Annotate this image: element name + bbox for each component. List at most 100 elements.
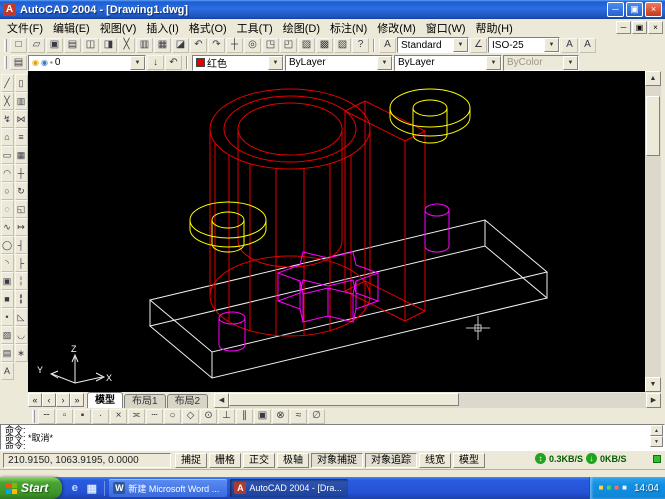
chevron-down-icon[interactable]: ▼	[268, 56, 283, 70]
stretch-icon[interactable]: ↦	[15, 218, 28, 236]
text-style-icon[interactable]: A	[379, 38, 396, 53]
mdi-close-button[interactable]: ×	[648, 21, 663, 34]
command-scrollbar[interactable]: ▲ ▼	[650, 425, 663, 449]
chevron-down-icon[interactable]: ▼	[377, 56, 392, 70]
vertical-scrollbar[interactable]: ▲ ▼	[645, 71, 661, 392]
window-restore-button[interactable]: ▣	[626, 2, 643, 17]
line-icon[interactable]: ╱	[1, 74, 14, 92]
chevron-down-icon[interactable]: ▼	[486, 56, 501, 70]
snap-extension-icon[interactable]: ┄	[146, 409, 163, 424]
tab-layout1[interactable]: 布局1	[124, 394, 166, 408]
menu-format[interactable]: 格式(O)	[184, 20, 232, 36]
move-icon[interactable]: ┼	[15, 164, 28, 182]
hatch-icon[interactable]: ▨	[1, 326, 14, 344]
single-line-text-icon[interactable]: A	[561, 38, 578, 53]
chevron-down-icon[interactable]: ▼	[453, 38, 468, 52]
menu-tools[interactable]: 工具(T)	[232, 20, 278, 36]
zoom-window-icon[interactable]: ◳	[262, 38, 279, 53]
snap-tangent-icon[interactable]: ⊙	[200, 409, 217, 424]
save-icon[interactable]: ▣	[46, 38, 63, 53]
text-style-combo[interactable]: Standard ▼	[397, 37, 469, 53]
color-combo[interactable]: 红色 ▼	[192, 55, 284, 71]
tab-model[interactable]: 模型	[87, 392, 123, 408]
break-icon[interactable]: ╏	[15, 290, 28, 308]
menu-window[interactable]: 窗口(W)	[421, 20, 471, 36]
open-icon[interactable]: ▱	[28, 38, 45, 53]
ellipse-icon[interactable]: ◯	[1, 236, 14, 254]
menu-edit[interactable]: 编辑(E)	[48, 20, 95, 36]
copy-object-icon[interactable]: ▥	[15, 92, 28, 110]
polygon-icon[interactable]: ⌂	[1, 128, 14, 146]
text-style-manager-icon[interactable]: A	[579, 38, 596, 53]
fillet-icon[interactable]: ◡	[15, 326, 28, 344]
dim-style-combo[interactable]: ISO-25 ▼	[488, 37, 560, 53]
chamfer-icon[interactable]: ◺	[15, 308, 28, 326]
menu-draw[interactable]: 绘图(D)	[278, 20, 325, 36]
paste-icon[interactable]: ▦	[154, 38, 171, 53]
menu-insert[interactable]: 插入(I)	[141, 20, 183, 36]
arc-icon[interactable]: ◠	[1, 164, 14, 182]
scroll-up-icon[interactable]: ▲	[645, 71, 661, 86]
circle-icon[interactable]: ○	[1, 182, 14, 200]
snap-from-icon[interactable]: ▫	[56, 409, 73, 424]
zoom-previous-icon[interactable]: ◰	[280, 38, 297, 53]
next-tab-button[interactable]: ›	[56, 393, 70, 407]
chevron-down-icon[interactable]: ▼	[130, 56, 145, 70]
snap-parallel-icon[interactable]: ∥	[236, 409, 253, 424]
task-word[interactable]: W 新建 Microsoft Word ...	[109, 479, 227, 497]
horizontal-scroll-track[interactable]	[229, 393, 646, 408]
redo-icon[interactable]: ↷	[208, 38, 225, 53]
plot-icon[interactable]: ▤	[64, 38, 81, 53]
ortho-toggle[interactable]: 正交	[243, 453, 275, 468]
tray-icon-2[interactable]: ■	[606, 484, 611, 492]
dim-style-icon[interactable]: ∠	[470, 38, 487, 53]
cut-icon[interactable]: ╳	[118, 38, 135, 53]
snap-endpoint-icon[interactable]: ▪	[74, 409, 91, 424]
tool-palettes-icon[interactable]: ▧	[334, 38, 351, 53]
extend-icon[interactable]: ├	[15, 254, 28, 272]
toolbar-grip[interactable]	[32, 410, 35, 423]
coordinate-display[interactable]: 210.9150, 1063.9195, 0.0000	[3, 453, 171, 468]
snap-midpoint-icon[interactable]: ∙	[92, 409, 109, 424]
snap-tracking-icon[interactable]: ╌	[38, 409, 55, 424]
snap-quadrant-icon[interactable]: ◇	[182, 409, 199, 424]
lineweight-toggle[interactable]: 线宽	[419, 453, 451, 468]
polar-toggle[interactable]: 极轴	[277, 453, 309, 468]
mirror-icon[interactable]: ⋈	[15, 110, 28, 128]
layer-previous-icon[interactable]: ↶	[165, 55, 182, 70]
tab-layout2[interactable]: 布局2	[167, 394, 209, 408]
window-close-button[interactable]: ×	[645, 2, 662, 17]
menu-help[interactable]: 帮助(H)	[471, 20, 518, 36]
multiline-text-icon[interactable]: A	[1, 362, 14, 380]
first-tab-button[interactable]: «	[28, 393, 42, 407]
tray-icon-4[interactable]: ■	[622, 484, 627, 492]
window-minimize-button[interactable]: ─	[607, 2, 624, 17]
menu-modify[interactable]: 修改(M)	[372, 20, 421, 36]
designcenter-icon[interactable]: ▩	[316, 38, 333, 53]
snap-toggle[interactable]: 捕捉	[175, 453, 207, 468]
snap-perpendicular-icon[interactable]: ⊥	[218, 409, 235, 424]
linetype-combo[interactable]: ByLayer ▼	[285, 55, 393, 71]
pan-icon[interactable]: ┼	[226, 38, 243, 53]
grid-toggle[interactable]: 栅格	[209, 453, 241, 468]
drawing-viewport[interactable]: Z X Y	[28, 71, 645, 392]
insert-block-icon[interactable]: ▣	[1, 272, 14, 290]
region-icon[interactable]: ▤	[1, 344, 14, 362]
snap-center-icon[interactable]: ○	[164, 409, 181, 424]
layer-properties-manager-icon[interactable]: ▤	[10, 55, 27, 70]
snap-none-icon[interactable]: ∅	[308, 409, 325, 424]
tray-icon-3[interactable]: ■	[614, 484, 619, 492]
snap-apparent-intersection-icon[interactable]: ≍	[128, 409, 145, 424]
command-window[interactable]: 命令:命令: *取消*命令:	[0, 424, 665, 450]
explode-icon[interactable]: ∗	[15, 344, 28, 362]
mdi-restore-button[interactable]: ▣	[632, 21, 647, 34]
start-button[interactable]: Start	[0, 477, 62, 499]
new-icon[interactable]: □	[10, 38, 27, 53]
scroll-up-icon[interactable]: ▲	[650, 425, 663, 436]
horizontal-scroll-thumb[interactable]	[229, 393, 459, 406]
snap-intersection-icon[interactable]: ×	[110, 409, 127, 424]
menu-view[interactable]: 视图(V)	[95, 20, 142, 36]
break-at-point-icon[interactable]: ╎	[15, 272, 28, 290]
vertical-scroll-track[interactable]	[645, 86, 661, 377]
snap-nearest-icon[interactable]: ≈	[290, 409, 307, 424]
